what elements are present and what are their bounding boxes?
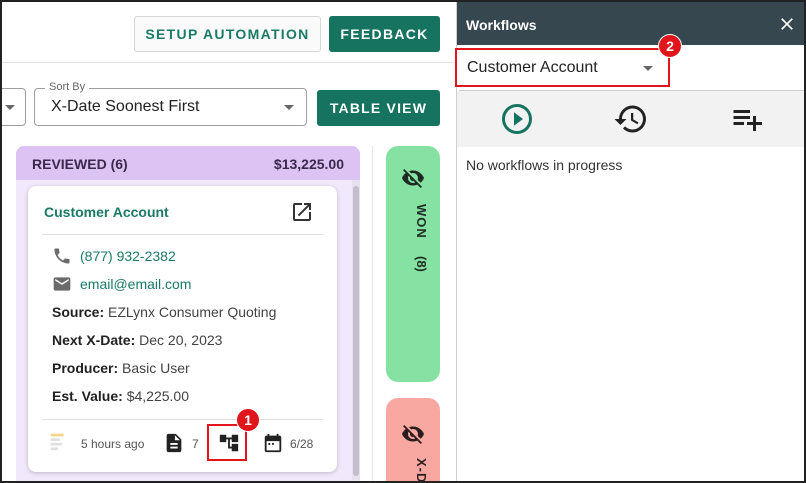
xdate-column-label: X-D <box>414 458 429 483</box>
open-in-new-icon[interactable] <box>290 200 314 224</box>
opportunity-card[interactable]: Customer Account (877) 932-2382 email@em… <box>28 186 337 472</box>
card-customer-name[interactable]: Customer Account <box>44 204 169 220</box>
callout-badge-1: 1 <box>236 408 260 432</box>
reviewed-column-header: REVIEWED (6) $13,225.00 <box>16 146 360 180</box>
eye-off-icon[interactable] <box>401 422 425 446</box>
column-total: $13,225.00 <box>273 156 344 172</box>
card-email-link[interactable]: email@email.com <box>80 276 191 292</box>
card-est-value: Est. Value: $4,225.00 <box>52 388 189 404</box>
calendar-icon[interactable] <box>262 432 284 454</box>
sort-by-value: X-Date Soonest First <box>51 98 200 115</box>
won-column-count: (8) <box>414 256 429 272</box>
workflow-actions-toolbar <box>457 91 805 147</box>
workflows-empty-message: No workflows in progress <box>466 157 623 173</box>
setup-automation-button[interactable]: SETUP AUTOMATION <box>134 16 321 52</box>
won-column-collapsed[interactable]: WON (8) <box>386 146 440 382</box>
phone-icon <box>54 248 70 264</box>
card-footer-divider <box>42 419 323 420</box>
workflows-panel-header: Workflows <box>457 2 805 45</box>
close-icon[interactable] <box>777 14 797 34</box>
column-divider <box>372 146 373 483</box>
card-next-xdate: Next X-Date: Dec 20, 2023 <box>52 332 223 348</box>
workflows-panel-title: Workflows <box>466 17 537 33</box>
won-column-label: WON <box>414 204 429 239</box>
column-title: REVIEWED (6) <box>32 156 128 172</box>
column-scrollbar-thumb[interactable] <box>353 186 359 476</box>
chevron-down-icon <box>5 105 15 110</box>
feedback-button[interactable]: FEEDBACK <box>329 16 440 52</box>
sort-by-select[interactable]: Sort By X-Date Soonest First <box>34 81 307 126</box>
card-documents-count: 7 <box>192 437 199 451</box>
eye-off-icon[interactable] <box>401 166 425 190</box>
card-due-date: 6/28 <box>290 437 314 451</box>
sort-by-label: Sort By <box>45 81 90 93</box>
filter-select[interactable] <box>0 88 26 126</box>
card-divider <box>42 234 323 235</box>
email-icon <box>53 277 71 291</box>
card-source: Source: EZLynx Consumer Quoting <box>52 304 277 320</box>
chevron-down-icon <box>284 105 294 110</box>
table-view-button[interactable]: TABLE VIEW <box>317 90 440 126</box>
play-circle-icon[interactable] <box>499 101 535 137</box>
playlist-add-icon[interactable] <box>729 101 765 137</box>
priority-bars-icon <box>50 433 64 451</box>
toolbar-divider <box>2 62 456 63</box>
history-icon[interactable] <box>613 101 649 137</box>
xdate-column-collapsed[interactable]: X-D <box>386 398 440 483</box>
callout-badge-2: 2 <box>658 34 682 58</box>
card-phone-link[interactable]: (877) 932-2382 <box>80 248 176 264</box>
document-icon[interactable] <box>163 432 185 454</box>
card-producer: Producer: Basic User <box>52 360 190 376</box>
callout-box-workflow-select <box>455 48 670 87</box>
card-updated-time: 5 hours ago <box>81 437 145 451</box>
